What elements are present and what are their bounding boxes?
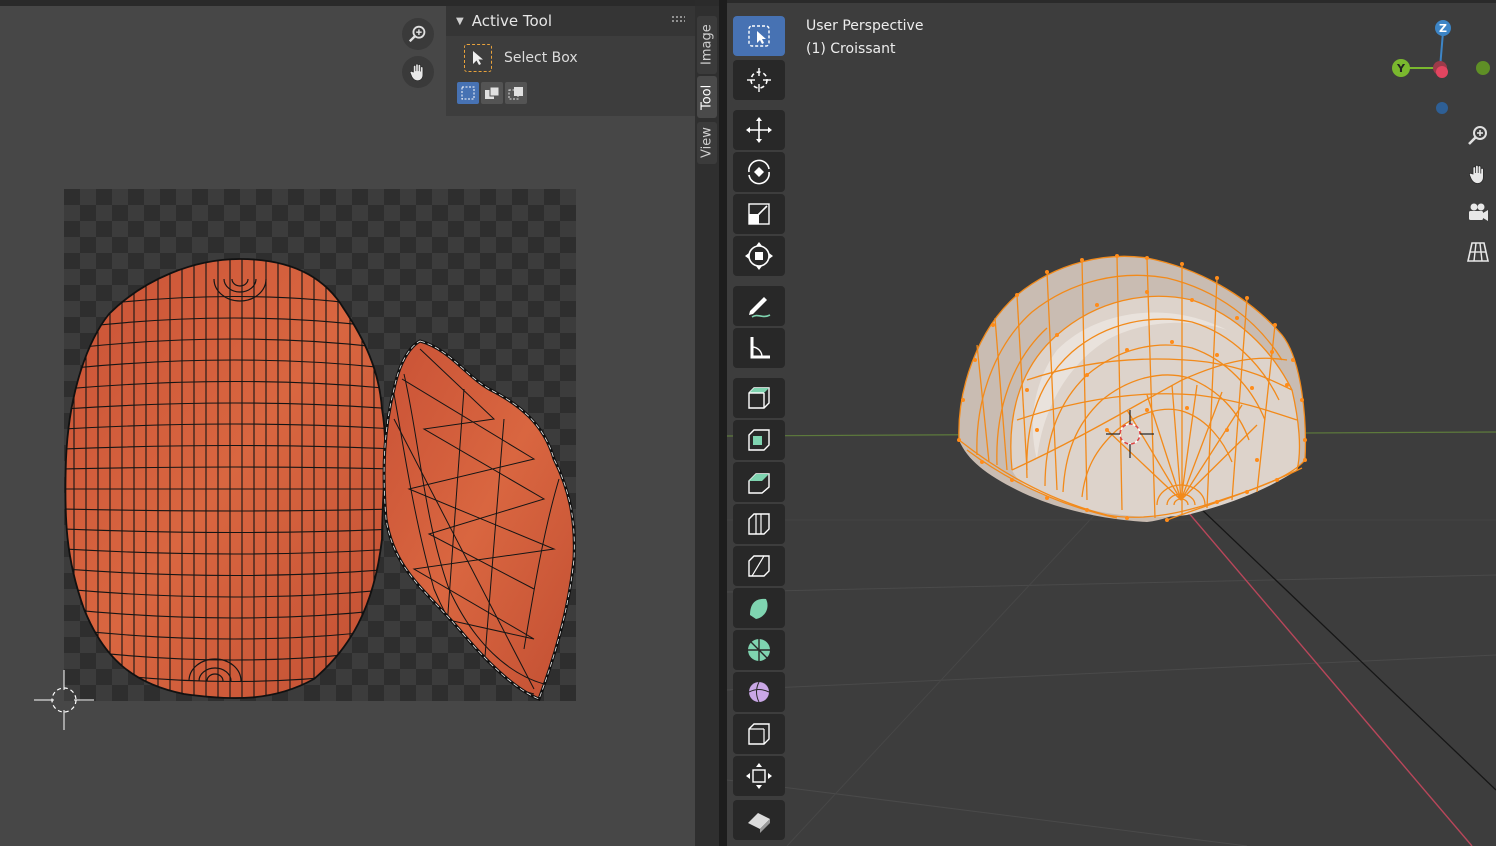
mode-set-new-button[interactable] (457, 82, 479, 104)
gizmo-neg-z-icon[interactable] (1436, 102, 1448, 114)
bevel-tool-button[interactable] (733, 504, 785, 544)
perspective-grid-icon[interactable] (1462, 236, 1494, 268)
gizmo-y-label: Y (1396, 62, 1406, 75)
viewport-zoom-icon[interactable] (1462, 119, 1494, 151)
knife-tool-button[interactable] (733, 588, 785, 628)
viewport-pan-hand-icon[interactable] (1462, 158, 1494, 190)
blender-window: ▼ Active Tool Select Box Image Tool View… (0, 0, 1496, 846)
viewport-scene[interactable] (727, 0, 1496, 846)
mode-extend-button[interactable] (481, 82, 503, 104)
measure-ruler-icon (750, 337, 770, 359)
extrude-region-tool-button[interactable] (733, 420, 785, 460)
view-perspective-label: User Perspective (806, 18, 924, 34)
navigation-gizmo[interactable]: Z Y (1387, 18, 1492, 118)
edge-slide-icon (746, 763, 772, 789)
shear-tool-button[interactable] (733, 800, 785, 840)
spin-icon (748, 681, 770, 703)
zoom-icon[interactable] (402, 18, 434, 50)
camera-view-icon[interactable] (1462, 197, 1494, 229)
collapse-triangle-icon[interactable]: ▼ (456, 16, 464, 27)
loop-cut-tool-button[interactable] (733, 546, 785, 586)
tab-tool[interactable]: Tool (697, 76, 717, 118)
select-box-icon (464, 44, 492, 72)
croissant-mesh[interactable] (957, 254, 1307, 522)
transform-tool-button[interactable] (733, 236, 785, 276)
uv-2d-cursor-icon[interactable] (32, 668, 96, 732)
inset-faces-tool-button[interactable] (733, 462, 785, 502)
cursor-icon (747, 68, 771, 92)
mode-subtract-button[interactable] (505, 82, 527, 104)
area-divider[interactable] (719, 0, 727, 846)
poly-build-tool-button[interactable] (733, 630, 785, 670)
gizmo-neg-y-icon[interactable] (1476, 61, 1490, 75)
edge-slide-tool-button[interactable] (733, 756, 785, 796)
knife-icon (750, 598, 768, 619)
scale-tool-button[interactable] (733, 194, 785, 234)
smooth-icon (748, 723, 770, 745)
scale-icon (748, 203, 770, 225)
active-tool-name: Select Box (504, 50, 578, 66)
cursor-tool-button[interactable] (733, 60, 785, 100)
uv-editor: ▼ Active Tool Select Box (0, 0, 695, 846)
tab-image[interactable]: Image (697, 16, 717, 74)
inset-faces-icon (748, 473, 770, 494)
gizmo-x-axis-icon[interactable] (1436, 66, 1448, 78)
loop-cut-icon (748, 555, 770, 577)
x-axis-line (1181, 504, 1473, 846)
measure-tool-button[interactable] (733, 328, 785, 368)
pan-hand-icon[interactable] (402, 56, 434, 88)
annotate-pencil-icon (749, 297, 771, 318)
gizmo-z-label: Z (1439, 22, 1447, 35)
uv-image-canvas[interactable] (64, 189, 576, 701)
sidebar-tabs: Image Tool View (695, 6, 719, 846)
tab-view[interactable]: View (697, 122, 717, 164)
bevel-icon (748, 513, 770, 535)
select-box-icon (748, 25, 770, 47)
spin-tool-button[interactable] (733, 672, 785, 712)
smooth-tool-button[interactable] (733, 714, 785, 754)
active-tool-header[interactable]: ▼ Active Tool (446, 6, 695, 36)
active-tool-row[interactable]: Select Box (464, 44, 578, 72)
active-tool-panel: ▼ Active Tool Select Box (446, 6, 695, 116)
active-tool-title: Active Tool (471, 12, 553, 30)
select-box-tool-button[interactable] (733, 16, 785, 56)
selection-mode-buttons (457, 82, 527, 104)
viewport-header (727, 0, 1496, 3)
poly-build-icon (748, 639, 770, 661)
shear-icon (748, 813, 770, 833)
3d-viewport[interactable]: User Perspective (1) Croissant Z Y (727, 0, 1496, 846)
move-tool-button[interactable] (733, 110, 785, 150)
rotate-icon (748, 159, 770, 185)
rotate-tool-button[interactable] (733, 152, 785, 192)
drag-handle-icon[interactable] (671, 15, 685, 23)
add-cube-tool-button[interactable] (733, 378, 785, 418)
add-cube-icon (748, 387, 770, 409)
annotate-tool-button[interactable] (733, 286, 785, 326)
move-icon (746, 117, 772, 143)
extrude-region-icon (748, 429, 770, 451)
transform-icon (745, 242, 773, 270)
active-object-label: (1) Croissant (806, 41, 896, 57)
